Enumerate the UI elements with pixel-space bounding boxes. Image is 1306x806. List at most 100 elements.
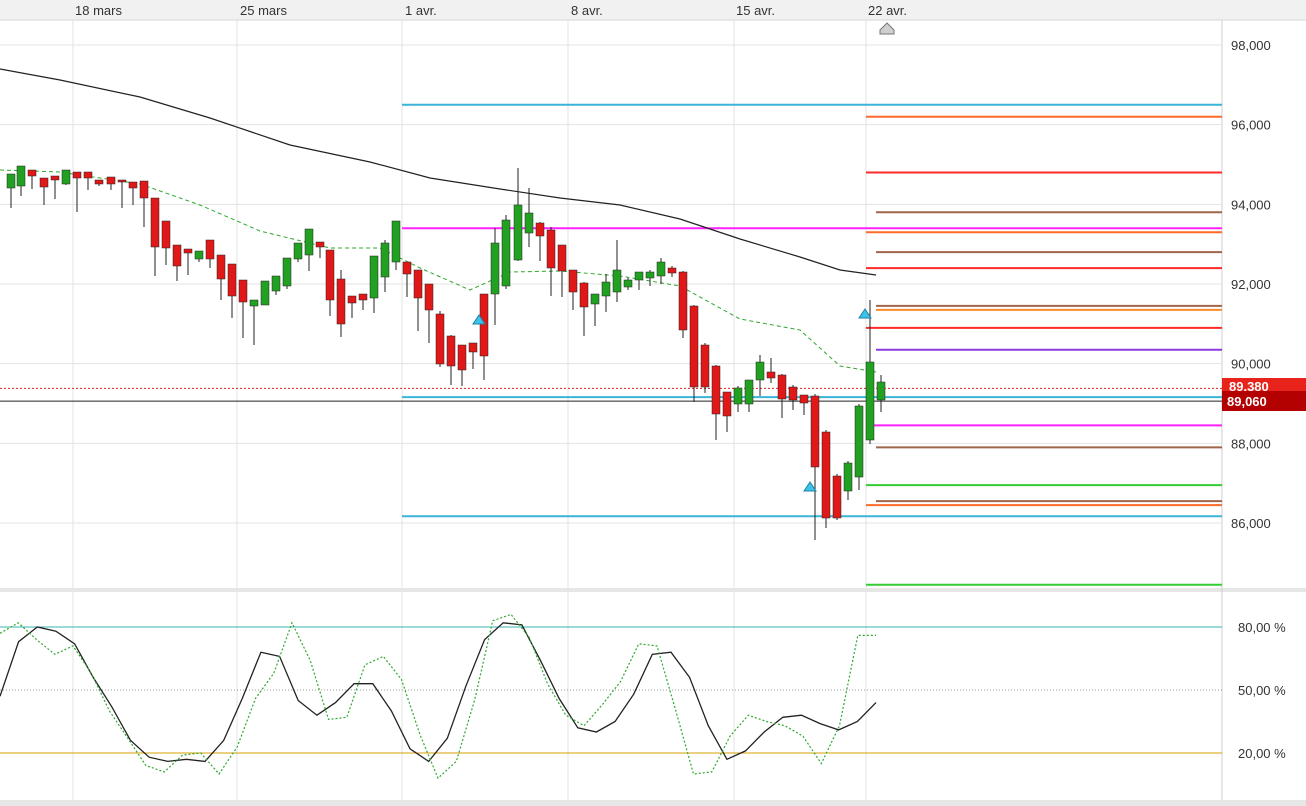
candle-body	[689, 305, 699, 388]
y-tick-label: 88,000	[1231, 436, 1271, 451]
candle-body	[524, 212, 534, 234]
y-tick-label: 96,000	[1231, 118, 1271, 133]
candle-body	[557, 244, 567, 272]
candle-body	[304, 228, 314, 256]
candle-body	[391, 220, 401, 263]
candle-body	[755, 361, 765, 381]
candle-body	[832, 475, 842, 519]
candle-body	[711, 365, 721, 415]
candle-body	[468, 342, 478, 353]
candle-body	[777, 374, 787, 400]
candle-body	[39, 177, 49, 188]
candle-body	[446, 335, 456, 367]
candle-body	[733, 387, 743, 405]
x-tick-label: 1 avr.	[405, 3, 437, 18]
candle-body	[358, 293, 368, 301]
candle-body	[457, 344, 467, 371]
osc-y-tick-label: 20,00 %	[1238, 746, 1286, 761]
y-tick-label: 94,000	[1231, 197, 1271, 212]
y-tick-label: 90,000	[1231, 357, 1271, 372]
y-tick-label: 92,000	[1231, 277, 1271, 292]
candle-body	[369, 255, 379, 299]
candle-body	[667, 267, 677, 274]
candle-body	[128, 181, 138, 189]
candle-body	[501, 219, 511, 287]
candle-body	[260, 280, 270, 306]
candle-body	[271, 275, 281, 292]
current-price-badge: 89,060	[1222, 391, 1306, 411]
candle-body	[347, 295, 357, 304]
x-tick-label: 22 avr.	[868, 3, 907, 18]
candle-body	[183, 248, 193, 254]
candle-body	[227, 263, 237, 297]
current-price-label: 89,060	[1227, 394, 1267, 409]
candle-body	[854, 405, 864, 478]
candle-body	[380, 242, 390, 278]
candle-body	[601, 281, 611, 297]
candle-body	[150, 197, 160, 248]
osc-y-tick-label: 80,00 %	[1238, 620, 1286, 635]
candle-body	[6, 173, 16, 189]
candle-body	[325, 249, 335, 301]
osc-y-tick-label: 50,00 %	[1238, 683, 1286, 698]
candle-body	[315, 241, 325, 248]
candle-body	[402, 261, 412, 275]
candle-body	[535, 222, 545, 237]
candle-body	[106, 176, 116, 185]
candle-body	[656, 261, 666, 277]
candle-body	[843, 462, 853, 492]
candle-body	[590, 293, 600, 305]
pane-separator[interactable]	[0, 588, 1306, 592]
candle-body	[94, 179, 104, 185]
candle-body	[865, 361, 875, 441]
candle-body	[216, 254, 226, 280]
candle-body	[413, 269, 423, 299]
candle-body	[810, 395, 820, 468]
candle-body	[83, 171, 93, 179]
candle-body	[293, 242, 303, 260]
candle-body	[139, 180, 149, 199]
bottom-scrollbar[interactable]	[0, 800, 1306, 806]
x-tick-label: 15 avr.	[736, 3, 775, 18]
candle-body	[479, 293, 489, 357]
candle-body	[336, 278, 346, 325]
candle-body	[612, 269, 622, 293]
candle-body	[194, 250, 204, 260]
candle-body	[117, 179, 127, 183]
candle-body	[172, 244, 182, 267]
y-tick-label: 98,000	[1231, 38, 1271, 53]
candle-body	[490, 242, 500, 295]
candle-body	[876, 381, 886, 401]
chart-window: 18 mars 25 mars 1 avr. 8 avr. 15 avr. 22…	[0, 0, 1306, 806]
candle-body	[700, 344, 710, 388]
candle-body	[513, 204, 523, 261]
candle-body	[546, 229, 556, 269]
candle-body	[238, 279, 248, 303]
candle-body	[678, 271, 688, 331]
y-tick-label: 86,000	[1231, 516, 1271, 531]
candle-body	[282, 257, 292, 287]
candle-body	[16, 165, 26, 187]
candle-body	[744, 379, 754, 405]
candle-body	[722, 391, 732, 417]
candle-body	[61, 169, 71, 185]
candle-body	[249, 299, 259, 307]
candle-body	[27, 169, 37, 177]
candle-body	[50, 175, 60, 181]
candle-body	[72, 171, 82, 179]
candle-body	[579, 282, 589, 308]
x-tick-label: 18 mars	[75, 3, 122, 18]
candle-body	[645, 271, 655, 279]
candle-body	[205, 239, 215, 260]
price-chart[interactable]: 18 mars 25 mars 1 avr. 8 avr. 15 avr. 22…	[0, 0, 1306, 806]
candle-body	[435, 313, 445, 365]
x-tick-label: 25 mars	[240, 3, 287, 18]
candle-body	[788, 386, 798, 401]
candle-body	[766, 371, 776, 379]
candle-body	[821, 431, 831, 519]
candle-body	[623, 279, 633, 288]
x-tick-label: 8 avr.	[571, 3, 603, 18]
date-axis-bar	[0, 0, 1306, 20]
candle-body	[634, 271, 644, 281]
candle-body	[799, 394, 809, 404]
